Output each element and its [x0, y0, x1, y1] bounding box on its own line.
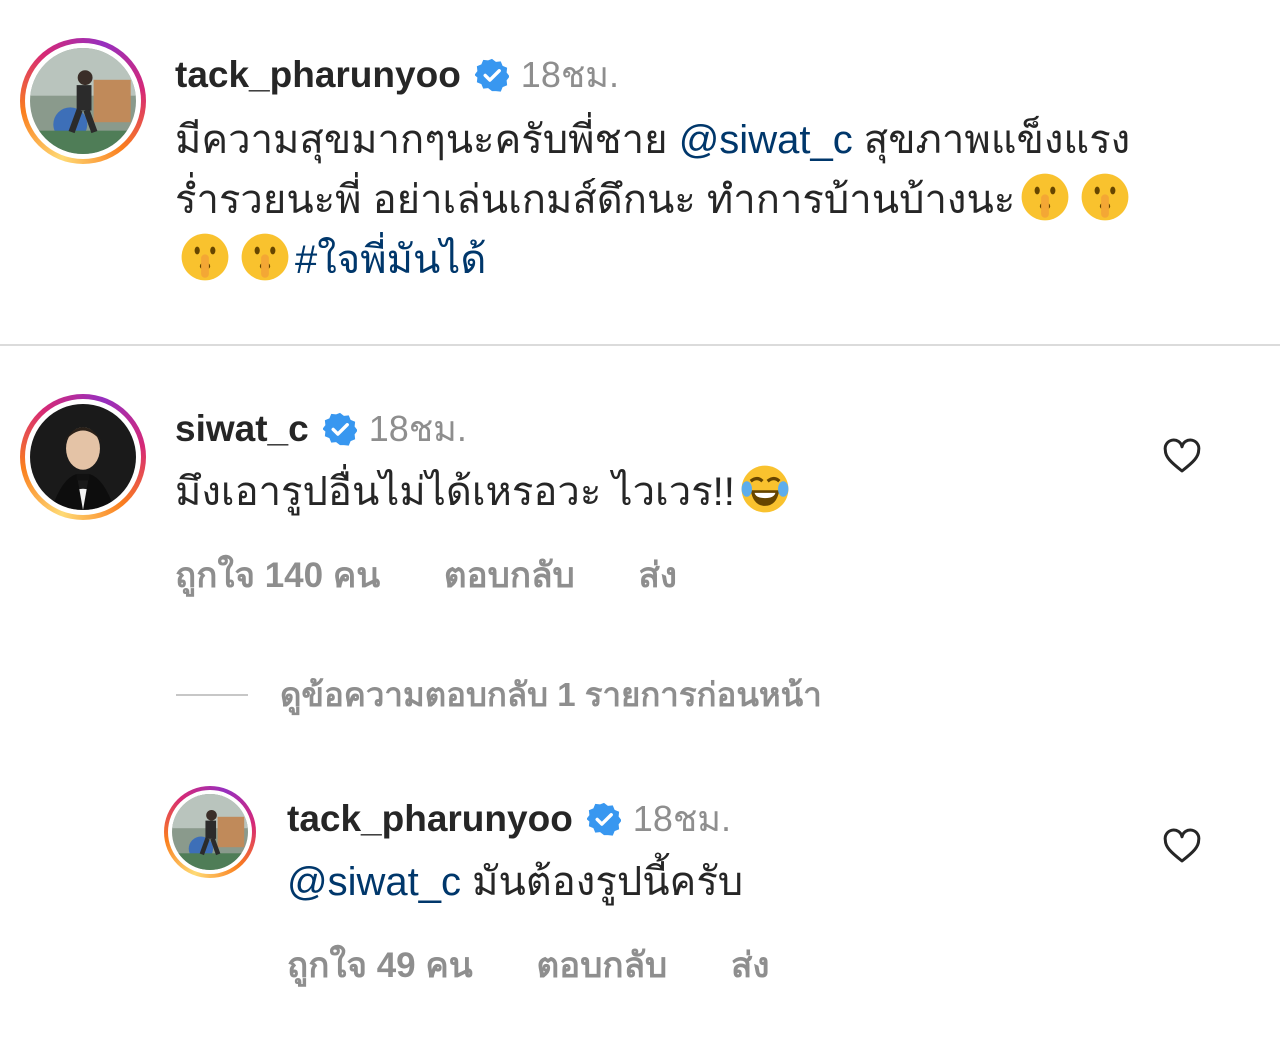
comment-1-header: tack_pharunyoo 18ชม.: [175, 46, 619, 103]
username[interactable]: siwat_c: [175, 408, 309, 450]
verified-badge-icon: [586, 802, 621, 836]
likes-count[interactable]: ถูกใจ 49 คน: [287, 946, 473, 985]
username[interactable]: tack_pharunyoo: [175, 54, 461, 96]
reply-button[interactable]: ตอบกลับ: [536, 946, 667, 985]
verified-badge-icon: [474, 58, 509, 92]
send-button[interactable]: ส่ง: [638, 556, 676, 595]
avatar-tack-pharunyoo-reply[interactable]: [164, 786, 256, 878]
divider: [0, 344, 1280, 346]
view-replies-label: ดูข้อความตอบกลับ 1 รายการก่อนหน้า: [280, 676, 822, 713]
like-heart-icon[interactable]: [1162, 826, 1202, 866]
mention-link[interactable]: @siwat_c: [287, 860, 461, 904]
tears-of-joy-emoji-icon: [739, 463, 791, 515]
shushing-face-emoji-icon: [1019, 171, 1071, 223]
timestamp: 18ชม.: [520, 54, 620, 95]
avatar-tack-pharunyoo[interactable]: [20, 38, 146, 164]
comment-2-actions: ถูกใจ 140 คน ตอบกลับ ส่ง: [175, 548, 731, 603]
comment-1-text: มีความสุขมากๆนะครับพี่ชาย @siwat_c สุขภา…: [175, 118, 1131, 283]
reply-button[interactable]: ตอบกลับ: [444, 556, 575, 595]
send-button[interactable]: ส่ง: [731, 946, 769, 985]
mention-link[interactable]: @siwat_c: [679, 118, 853, 162]
timestamp: 18ชม.: [632, 798, 732, 839]
comment-2-text: มึงเอารูปอื่นไม่ได้เหรอวะ ไวเวร!!: [175, 462, 1075, 522]
verified-badge-icon: [322, 412, 357, 446]
reply-text: @siwat_c มันต้องรูปนี้ครับ: [287, 860, 744, 904]
shushing-face-emoji-icon: [239, 231, 291, 283]
likes-count[interactable]: ถูกใจ 140 คน: [175, 556, 380, 595]
hashtag-link[interactable]: #ใจพี่มันได้: [295, 238, 486, 282]
reply-header: tack_pharunyoo 18ชม.: [287, 790, 731, 847]
username[interactable]: tack_pharunyoo: [287, 798, 573, 840]
avatar-siwat-c[interactable]: [20, 394, 146, 520]
shushing-face-emoji-icon: [1079, 171, 1131, 223]
reply-actions: ถูกใจ 49 คน ตอบกลับ ส่ง: [287, 938, 823, 993]
comments-screen: tack_pharunyoo 18ชม. มีความสุขมากๆนะครับ…: [0, 0, 1280, 1056]
shushing-face-emoji-icon: [179, 231, 231, 283]
replies-line: [176, 693, 248, 696]
like-heart-icon[interactable]: [1162, 436, 1202, 476]
comment-2-header: siwat_c 18ชม.: [175, 400, 467, 457]
view-previous-replies[interactable]: ดูข้อความตอบกลับ 1 รายการก่อนหน้า: [176, 668, 822, 721]
timestamp: 18ชม.: [368, 408, 467, 449]
